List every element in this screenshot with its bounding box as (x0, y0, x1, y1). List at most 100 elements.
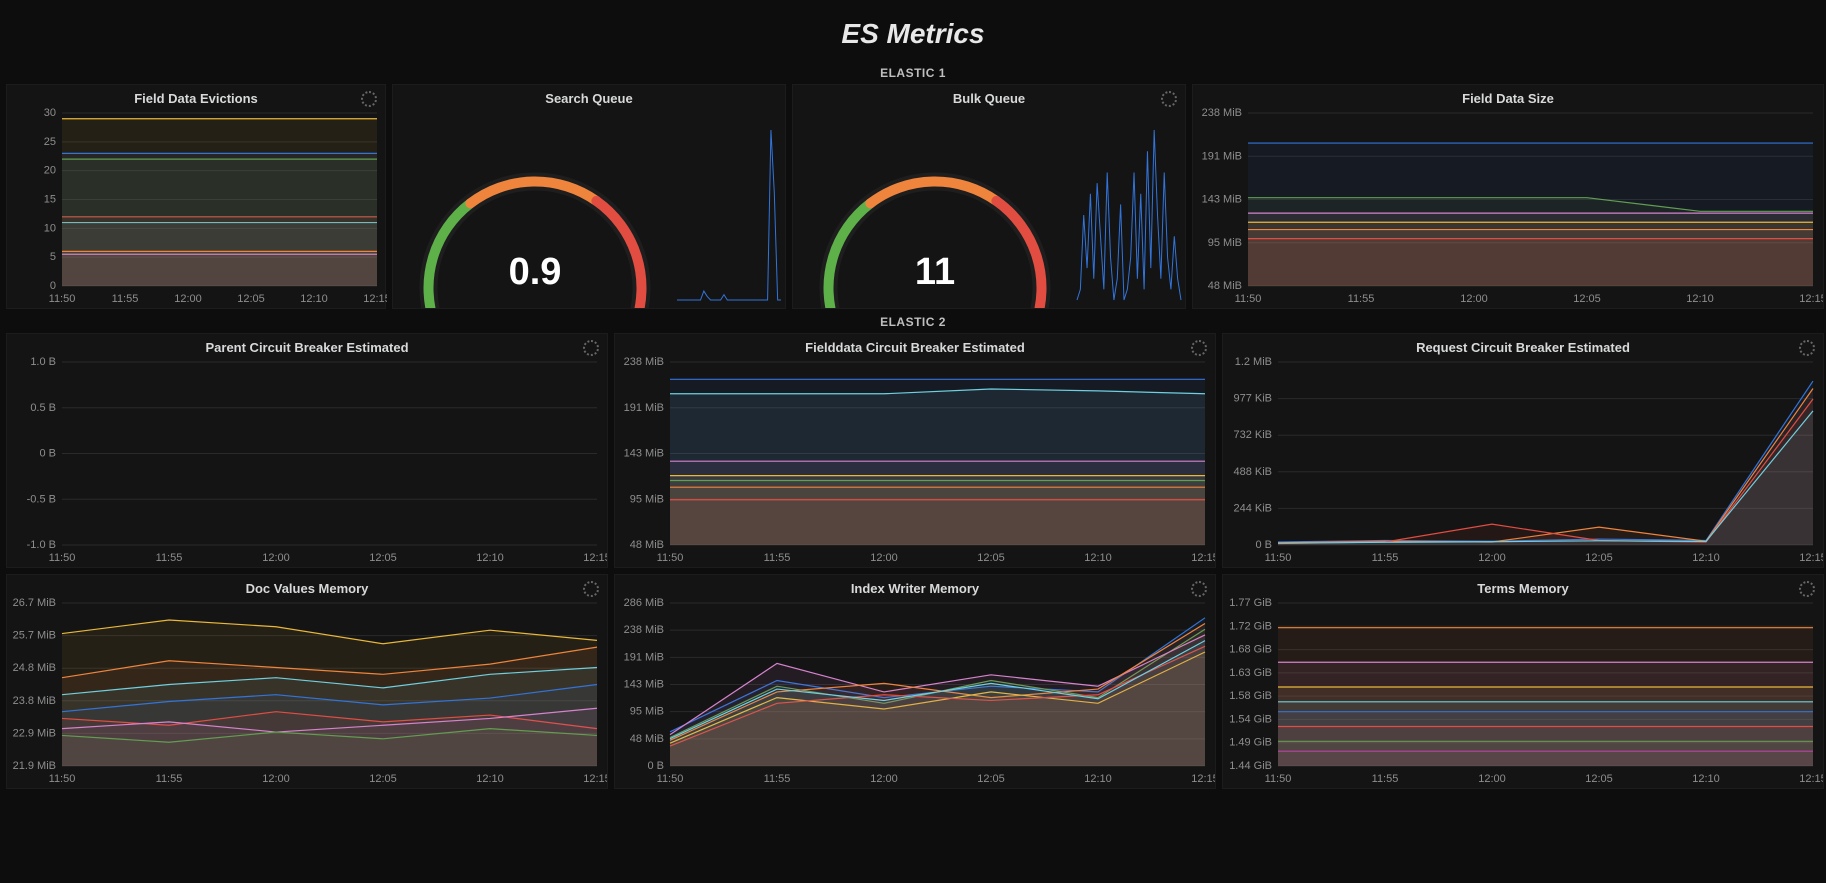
svg-text:12:05: 12:05 (977, 773, 1005, 785)
svg-text:12:15: 12:15 (1799, 773, 1823, 785)
svg-text:11:55: 11:55 (1372, 773, 1399, 785)
svg-text:238 MiB: 238 MiB (1202, 108, 1242, 119)
svg-text:191 MiB: 191 MiB (1202, 150, 1242, 162)
svg-text:1.68 GiB: 1.68 GiB (1229, 644, 1272, 656)
svg-text:12:10: 12:10 (476, 552, 504, 564)
panel-index-writer[interactable]: Index Writer Memory 0 B48 MiB95 MiB143 M… (614, 574, 1216, 789)
svg-text:0 B: 0 B (1255, 539, 1272, 551)
svg-text:11:55: 11:55 (112, 293, 139, 305)
svg-text:12:00: 12:00 (1478, 773, 1506, 785)
svg-text:24.8 MiB: 24.8 MiB (13, 662, 56, 674)
svg-text:11:50: 11:50 (1265, 773, 1292, 785)
chart-terms-memory[interactable]: 1.44 GiB1.49 GiB1.54 GiB1.58 GiB1.63 GiB… (1223, 598, 1823, 788)
panel-field-data-size[interactable]: Field Data Size 48 MiB95 MiB143 MiB191 M… (1192, 84, 1824, 309)
svg-text:12:05: 12:05 (1585, 552, 1613, 564)
panel-request-cb[interactable]: Request Circuit Breaker Estimated 0 B244… (1222, 333, 1824, 568)
svg-text:238 MiB: 238 MiB (624, 357, 664, 368)
svg-text:1.44 GiB: 1.44 GiB (1229, 760, 1272, 772)
svg-text:12:15: 12:15 (363, 293, 387, 305)
svg-text:12:10: 12:10 (1084, 552, 1112, 564)
svg-text:0.9: 0.9 (509, 251, 562, 293)
loading-icon (583, 581, 599, 597)
svg-text:143 MiB: 143 MiB (624, 448, 664, 460)
panel-terms-memory[interactable]: Terms Memory 1.44 GiB1.49 GiB1.54 GiB1.5… (1222, 574, 1824, 789)
panel-title: Parent Circuit Breaker Estimated (7, 334, 607, 357)
svg-text:11:50: 11:50 (1265, 552, 1292, 564)
svg-text:15: 15 (44, 194, 56, 206)
svg-text:12:05: 12:05 (237, 293, 265, 305)
svg-text:95 MiB: 95 MiB (630, 493, 664, 505)
panel-field-data-evictions[interactable]: Field Data Evictions 05101520253011:5011… (6, 84, 386, 309)
svg-text:12:00: 12:00 (1460, 293, 1488, 305)
svg-text:48 MiB: 48 MiB (630, 539, 664, 551)
svg-text:11:50: 11:50 (49, 552, 76, 564)
panel-title: Terms Memory (1223, 575, 1823, 598)
chart-fielddata-cb[interactable]: 48 MiB95 MiB143 MiB191 MiB238 MiB11:5011… (615, 357, 1215, 567)
loading-icon (1191, 340, 1207, 356)
svg-text:12:00: 12:00 (870, 552, 898, 564)
svg-text:286 MiB: 286 MiB (624, 598, 664, 609)
svg-text:12:05: 12:05 (1573, 293, 1601, 305)
svg-text:732 KiB: 732 KiB (1233, 429, 1272, 441)
chart-parent-cb[interactable]: -1.0 B-0.5 B0 B0.5 B1.0 B11:5011:5512:00… (7, 357, 607, 567)
svg-text:30: 30 (44, 108, 56, 119)
svg-text:11:55: 11:55 (156, 773, 183, 785)
chart-index-writer[interactable]: 0 B48 MiB95 MiB143 MiB191 MiB238 MiB286 … (615, 598, 1215, 788)
svg-text:11:55: 11:55 (764, 773, 791, 785)
svg-text:22.9 MiB: 22.9 MiB (13, 727, 56, 739)
loading-icon (1799, 581, 1815, 597)
svg-text:0: 0 (50, 280, 56, 292)
chart-doc-values[interactable]: 21.9 MiB22.9 MiB23.8 MiB24.8 MiB25.7 MiB… (7, 598, 607, 788)
chart-field-data-size[interactable]: 48 MiB95 MiB143 MiB191 MiB238 MiB11:5011… (1193, 108, 1823, 308)
panel-doc-values[interactable]: Doc Values Memory 21.9 MiB22.9 MiB23.8 M… (6, 574, 608, 789)
svg-text:10: 10 (44, 222, 56, 234)
svg-text:95 MiB: 95 MiB (1208, 237, 1242, 249)
svg-text:48 MiB: 48 MiB (1208, 280, 1242, 292)
svg-text:12:15: 12:15 (1799, 552, 1823, 564)
panel-bulk-queue[interactable]: Bulk Queue 11 (792, 84, 1186, 309)
panel-search-queue[interactable]: Search Queue 0.9 (392, 84, 786, 309)
row-header-elastic2: ELASTIC 2 (0, 309, 1826, 333)
svg-text:23.8 MiB: 23.8 MiB (13, 695, 56, 707)
svg-text:11:55: 11:55 (156, 552, 183, 564)
svg-text:12:00: 12:00 (262, 552, 290, 564)
svg-text:977 KiB: 977 KiB (1233, 393, 1272, 405)
svg-text:11:50: 11:50 (1235, 293, 1262, 305)
svg-text:25: 25 (44, 136, 56, 148)
panel-parent-cb[interactable]: Parent Circuit Breaker Estimated -1.0 B-… (6, 333, 608, 568)
panel-fielddata-cb[interactable]: Fielddata Circuit Breaker Estimated 48 M… (614, 333, 1216, 568)
svg-text:95 MiB: 95 MiB (630, 706, 664, 718)
loading-icon (1799, 340, 1815, 356)
chart-field-data-evictions[interactable]: 0 5 10 15 20 25 30 11:50 11:55 12:00 12:05 12:10 12:… (7, 108, 387, 308)
svg-text:1.58 GiB: 1.58 GiB (1229, 690, 1272, 702)
loading-icon (583, 340, 599, 356)
svg-text:-1.0 B: -1.0 B (27, 539, 56, 551)
svg-text:0 B: 0 B (647, 760, 664, 772)
svg-text:11:50: 11:50 (49, 773, 76, 785)
panel-title: Field Data Size (1193, 85, 1823, 108)
svg-text:12:10: 12:10 (300, 293, 328, 305)
loading-icon (1161, 91, 1177, 107)
svg-text:11:55: 11:55 (764, 552, 791, 564)
svg-text:12:10: 12:10 (476, 773, 504, 785)
svg-text:5: 5 (50, 251, 56, 263)
panel-title: Doc Values Memory (7, 575, 607, 598)
svg-text:12:10: 12:10 (1686, 293, 1714, 305)
gauge-bulk-queue[interactable]: 11 (793, 108, 1187, 308)
svg-text:20: 20 (44, 165, 56, 177)
svg-text:12:00: 12:00 (262, 773, 290, 785)
page-title: ES Metrics (0, 0, 1826, 60)
panel-title: Bulk Queue (793, 85, 1185, 108)
svg-text:12:00: 12:00 (174, 293, 202, 305)
chart-request-cb[interactable]: 0 B244 KiB488 KiB732 KiB977 KiB1.2 MiB11… (1223, 357, 1823, 567)
gauge-search-queue[interactable]: 0.9 (393, 108, 787, 308)
svg-text:488 KiB: 488 KiB (1233, 466, 1272, 478)
svg-text:12:05: 12:05 (1585, 773, 1613, 785)
svg-text:0.5 B: 0.5 B (30, 402, 56, 414)
svg-text:11:55: 11:55 (1372, 552, 1399, 564)
panel-title: Index Writer Memory (615, 575, 1215, 598)
svg-text:12:05: 12:05 (369, 773, 397, 785)
svg-text:11:50: 11:50 (49, 293, 76, 305)
loading-icon (1191, 581, 1207, 597)
panel-title: Request Circuit Breaker Estimated (1223, 334, 1823, 357)
